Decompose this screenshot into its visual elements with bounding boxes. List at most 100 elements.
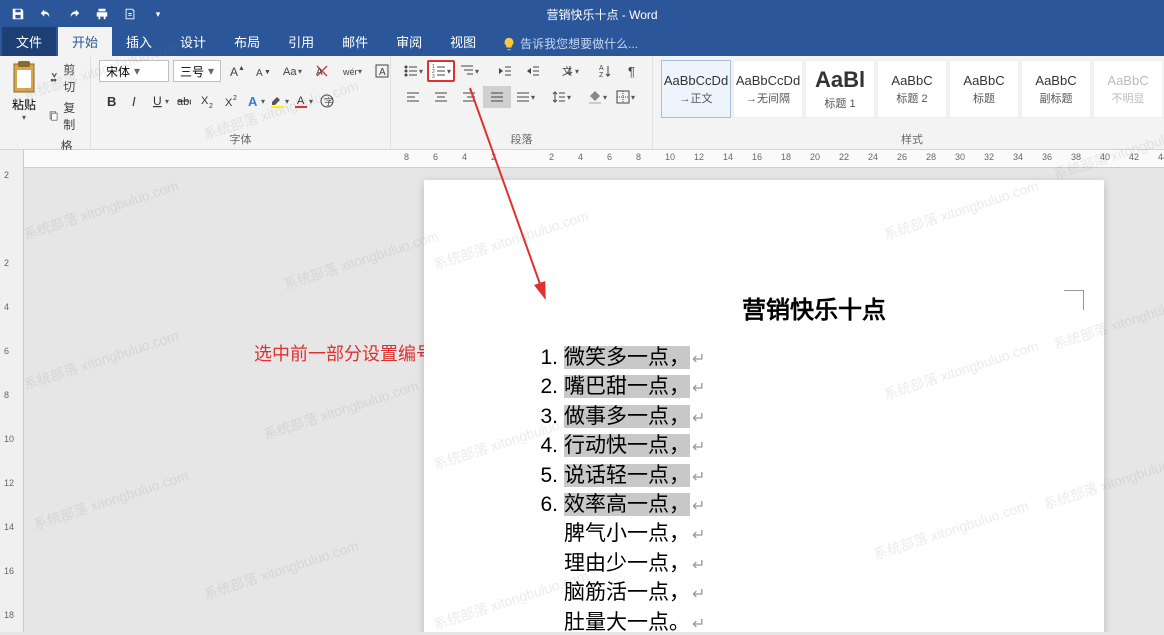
- font-size-combo[interactable]: 三号▾: [173, 60, 221, 82]
- align-right-button[interactable]: [455, 86, 483, 108]
- svg-text:Aa: Aa: [283, 66, 297, 78]
- redo-icon[interactable]: [66, 6, 82, 22]
- show-marks-button[interactable]: ¶: [619, 60, 647, 82]
- underline-button[interactable]: U▾: [147, 90, 171, 112]
- phonetic-guide-button[interactable]: wén▾: [337, 60, 367, 82]
- margin-mark-icon: [1064, 290, 1084, 310]
- ruler-mark: 14: [4, 522, 14, 532]
- window-title: 营销快乐十点 - Word: [166, 6, 1038, 23]
- bold-button[interactable]: B: [99, 90, 123, 112]
- list-item[interactable]: 脑筋活一点，↵: [524, 578, 1044, 607]
- style-item[interactable]: AaBbC副标题: [1021, 60, 1091, 118]
- font-color-button[interactable]: A▾: [291, 90, 315, 112]
- horizontal-ruler[interactable]: 8642246810121416182022242628303234363840…: [24, 150, 1164, 168]
- style-name: 标题 2: [896, 90, 927, 106]
- align-center-button[interactable]: [427, 86, 455, 108]
- chevron-down-icon[interactable]: ▾: [130, 64, 144, 78]
- tab-design[interactable]: 设计: [166, 27, 220, 56]
- superscript-button[interactable]: X2: [219, 90, 243, 112]
- paste-dropdown-icon: ▾: [22, 113, 26, 122]
- list-item[interactable]: 5.说话轻一点，↵: [524, 461, 1044, 490]
- list-item[interactable]: 理由少一点，↵: [524, 549, 1044, 578]
- decrease-indent-button[interactable]: [491, 60, 519, 82]
- vertical-ruler[interactable]: 224681012141618: [0, 150, 24, 632]
- sort-button[interactable]: AZ: [591, 60, 619, 82]
- list-item[interactable]: 脾气小一点，↵: [524, 519, 1044, 548]
- list-text: 脑筋活一点，↵: [564, 578, 705, 607]
- clear-formatting-button[interactable]: A: [311, 60, 333, 82]
- list-item[interactable]: 1.微笑多一点，↵: [524, 343, 1044, 372]
- ruler-mark: 12: [4, 478, 14, 488]
- style-name: 标题: [973, 90, 995, 106]
- copy-button[interactable]: 复制: [46, 98, 82, 134]
- tab-references[interactable]: 引用: [274, 27, 328, 56]
- style-item[interactable]: AaBbCcDd→正文: [661, 60, 731, 118]
- ruler-mark: 18: [781, 152, 791, 162]
- numbering-button[interactable]: 123▾: [427, 60, 455, 82]
- doc-body[interactable]: 1.微笑多一点，↵2.嘴巴甜一点，↵3.做事多一点，↵4.行动快一点，↵5.说话…: [524, 343, 1044, 632]
- undo-icon[interactable]: [38, 6, 54, 22]
- font-name-combo[interactable]: 宋体▾: [99, 60, 169, 82]
- enclose-char-button[interactable]: 字: [315, 90, 339, 112]
- char-border-button[interactable]: A: [371, 60, 393, 82]
- tab-home[interactable]: 开始: [58, 27, 112, 56]
- svg-text:A: A: [599, 65, 604, 72]
- text-effects-button[interactable]: A▾: [243, 90, 267, 112]
- line-spacing-button[interactable]: ▾: [547, 86, 575, 108]
- strikethrough-button[interactable]: abc: [171, 90, 195, 112]
- subscript-button[interactable]: X2: [195, 90, 219, 112]
- styles-gallery[interactable]: AaBbCcDd→正文AaBbCcDd→无间隔AaBl标题 1AaBbC标题 2…: [661, 60, 1163, 118]
- style-item[interactable]: AaBbC标题: [949, 60, 1019, 118]
- list-text: 肚量大一点。↵: [564, 608, 705, 632]
- change-case-button[interactable]: Aa▾: [277, 60, 307, 82]
- chevron-down-icon[interactable]: ▾: [204, 64, 218, 78]
- list-text: 做事多一点，↵: [564, 402, 705, 431]
- align-left-button[interactable]: [399, 86, 427, 108]
- grow-font-button[interactable]: A▲: [225, 60, 247, 82]
- tab-view[interactable]: 视图: [436, 27, 490, 56]
- ruler-mark: 2: [4, 258, 9, 268]
- quick-print-icon[interactable]: [94, 6, 110, 22]
- shading-button[interactable]: ▾: [583, 86, 611, 108]
- tab-review[interactable]: 审阅: [382, 27, 436, 56]
- svg-text:abc: abc: [177, 96, 191, 108]
- tab-insert[interactable]: 插入: [112, 27, 166, 56]
- document-canvas[interactable]: 8642246810121416182022242628303234363840…: [24, 150, 1164, 632]
- qat-more-icon[interactable]: ▾: [150, 6, 166, 22]
- cut-button[interactable]: 剪切: [46, 60, 82, 96]
- list-item[interactable]: 6.效率高一点，↵: [524, 490, 1044, 519]
- style-item[interactable]: AaBbC标题 2: [877, 60, 947, 118]
- tab-layout[interactable]: 布局: [220, 27, 274, 56]
- bullets-button[interactable]: ▾: [399, 60, 427, 82]
- style-item[interactable]: AaBbC不明显: [1093, 60, 1163, 118]
- ruler-mark: 32: [984, 152, 994, 162]
- distribute-button[interactable]: ▾: [511, 86, 539, 108]
- doc-title: 营销快乐十点: [584, 290, 1044, 325]
- print-preview-icon[interactable]: [122, 6, 138, 22]
- style-name: 标题 1: [824, 95, 855, 111]
- style-item[interactable]: AaBbCcDd→无间隔: [733, 60, 803, 118]
- list-item[interactable]: 4.行动快一点，↵: [524, 431, 1044, 460]
- text-direction-button[interactable]: 文▾: [555, 60, 583, 82]
- borders-button[interactable]: ▾: [611, 86, 639, 108]
- paste-button[interactable]: 粘贴 ▾: [8, 60, 40, 122]
- list-item[interactable]: 肚量大一点。↵: [524, 608, 1044, 632]
- tell-me-search[interactable]: 告诉我您想要做什么...: [502, 35, 638, 56]
- list-item[interactable]: 2.嘴巴甜一点，↵: [524, 372, 1044, 401]
- style-item[interactable]: AaBl标题 1: [805, 60, 875, 118]
- italic-button[interactable]: I: [123, 90, 147, 112]
- justify-button[interactable]: [483, 86, 511, 108]
- tab-mailings[interactable]: 邮件: [328, 27, 382, 56]
- increase-indent-button[interactable]: [519, 60, 547, 82]
- tab-file[interactable]: 文件: [2, 27, 56, 56]
- svg-text:B: B: [107, 94, 116, 109]
- ruler-mark: 18: [4, 610, 14, 620]
- highlight-button[interactable]: ▾: [267, 90, 291, 112]
- save-icon[interactable]: [10, 6, 26, 22]
- style-name: 副标题: [1040, 90, 1073, 106]
- ruler-mark: 16: [752, 152, 762, 162]
- list-item[interactable]: 3.做事多一点，↵: [524, 402, 1044, 431]
- multilevel-list-button[interactable]: ▾: [455, 60, 483, 82]
- shrink-font-button[interactable]: A▼: [251, 60, 273, 82]
- ruler-mark: 26: [897, 152, 907, 162]
